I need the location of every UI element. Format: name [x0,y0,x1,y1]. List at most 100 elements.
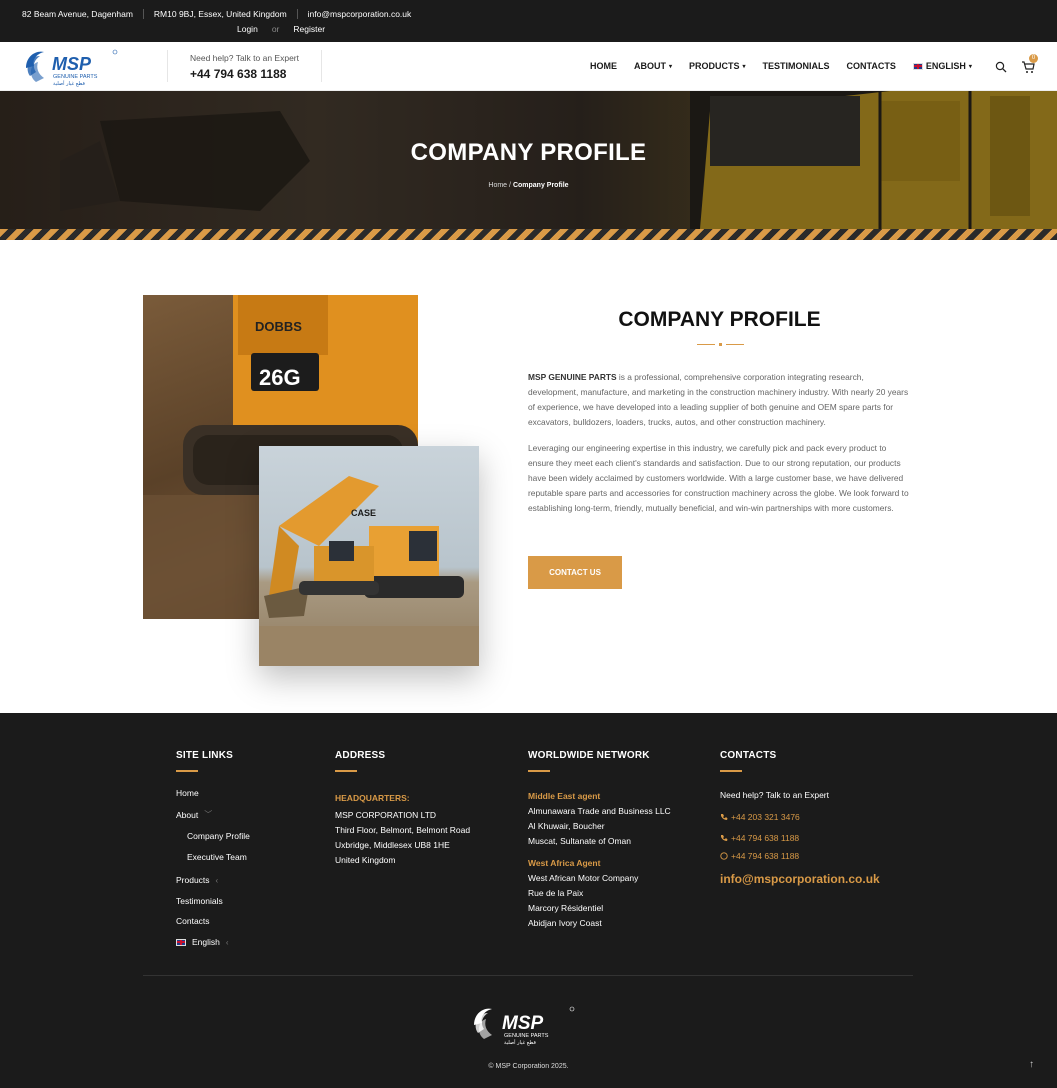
logo-subtext: GENUINE PARTS [53,74,98,80]
footer-heading: CONTACTS [720,750,777,761]
divider [296,9,298,19]
whatsapp-icon [720,852,728,860]
footer-link-english[interactable]: English ‹ [176,937,229,947]
logo-text: MSP [52,54,92,74]
top-address-line2: RM10 9BJ, Essex, United Kingdom [153,9,287,19]
footer-link-products[interactable]: Products ‹ [176,875,218,885]
hero-title: COMPANY PROFILE [410,139,647,166]
title-decoration [697,343,745,347]
footer-link-contacts[interactable]: Contacts [176,916,210,926]
footer-link-executive-team[interactable]: Executive Team [187,852,247,862]
contacts-help-text: Need help? Talk to an Expert [720,790,829,800]
footer-email-link[interactable]: info@mspcorporation.co.uk [720,872,880,886]
footer-link-company-profile[interactable]: Company Profile [187,831,250,841]
msp-logo[interactable]: MSP GENUINE PARTS قطع غيار أصلية [22,46,126,90]
footer-site-links: SITE LINKS Home About ﹀ Company Profile E… [176,750,316,947]
breadcrumb: Home / Company Profile [0,182,1057,189]
agent-line: Al Khuwair, Boucher [528,821,605,831]
search-icon[interactable] [995,61,1007,73]
footer-heading: WORLDWIDE NETWORK [528,750,650,761]
intro-paragraph: MSP GENUINE PARTS is a professional, com… [528,370,913,430]
breadcrumb-separator: / [509,182,511,189]
whatsapp-link[interactable]: +44 794 638 1188 [720,851,799,861]
chevron-left-icon: ‹ [215,875,219,885]
nav-home[interactable]: HOME [590,61,617,71]
footer-contacts: CONTACTS Need help? Talk to an Expert +4… [720,750,920,886]
footer-heading: ADDRESS [335,750,386,761]
nav-label: PRODUCTS [689,61,740,71]
phone-link-2[interactable]: +44 794 638 1188 [720,833,799,843]
breadcrumb-current: Company Profile [512,182,569,189]
copyright-text: © MSP Corporation 2025. [488,1063,569,1070]
nav-label: TESTIMONIALS [762,61,830,71]
uk-flag-icon [912,62,923,70]
breadcrumb-home-link[interactable]: Home [488,182,507,189]
heading-underline [528,770,550,772]
cart-count-badge: 0 [1029,54,1038,63]
top-address-line1: 82 Beam Avenue, Dagenham [22,9,133,19]
site-header: MSP GENUINE PARTS قطع غيار أصلية Need he… [0,42,1057,91]
hazard-stripe [0,229,1057,240]
divider [167,50,168,82]
register-link[interactable]: Register [293,24,325,34]
phone-link-1[interactable]: +44 203 321 3476 [720,812,800,822]
agent-label: Middle East agent [528,791,601,801]
nav-testimonials[interactable]: TESTIMONIALS [763,61,830,71]
nav-contacts[interactable]: CONTACTS [847,61,896,71]
footer-link-testimonials[interactable]: Testimonials [176,896,223,906]
nav-about[interactable]: ABOUT ▾ [634,61,672,71]
heading-underline [335,770,357,772]
top-bar-account: Login or Register [237,24,325,34]
hq-line: MSP CORPORATION LTD [335,810,437,820]
hq-line: Uxbridge, Middlesex UB8 1HE [335,840,450,850]
scroll-to-top-icon[interactable]: ↑ [1029,1059,1034,1070]
help-block: Need help? Talk to an Expert +44 794 638… [190,53,299,81]
agent-line: West African Motor Company [528,873,639,883]
divider [142,9,144,19]
footer-link-home[interactable]: Home [176,788,199,798]
hq-line: Third Floor, Belmont, Belmont Road [335,825,471,835]
help-text: Need help? Talk to an Expert [190,53,299,63]
footer-divider [143,975,913,976]
agent-line: Rue de la Paix [528,888,584,898]
agent-label: West Africa Agent [528,858,601,868]
heading-underline [720,770,742,772]
footer-address: ADDRESS HEADQUARTERS: MSP CORPORATION LT… [335,750,515,868]
header-phone[interactable]: +44 794 638 1188 [190,67,299,81]
nav-label: HOME [590,61,617,71]
hq-line: United Kingdom [335,855,396,865]
footer-heading: SITE LINKS [176,750,234,761]
footer-logo-subtext: GENUINE PARTS [504,1033,549,1039]
footer-logo-arabic: قطع غيار أصلية [504,1039,536,1046]
top-email-link[interactable]: info@mspcorporation.co.uk [308,9,412,19]
footer-msp-logo[interactable]: MSP GENUINE PARTS قطع غيار أصلية [470,1003,580,1049]
nav-language[interactable]: ENGLISH ▾ [912,61,972,71]
nav-label: CONTACTS [846,61,896,71]
brand-name: MSP GENUINE PARTS [528,372,617,382]
hq-address: HEADQUARTERS: MSP CORPORATION LTD Third … [335,791,515,868]
nav-label: ENGLISH [925,61,966,71]
image-text-26g: 26G [259,365,301,390]
logo-arabic: قطع غيار أصلية [53,80,85,87]
caret-down-icon: ▾ [742,63,746,70]
image-text-dobbs: DOBBS [255,319,302,334]
login-link[interactable]: Login [237,24,258,34]
or-text: or [271,24,280,34]
expertise-paragraph: Leveraging our engineering expertise in … [528,443,909,513]
agent-line: Almunawara Trade and Business LLC [528,806,671,816]
nav-products[interactable]: PRODUCTS ▾ [689,61,746,71]
nav-label: ABOUT [634,61,666,71]
chevron-down-icon: ﹀ [204,810,213,819]
agent-line: Muscat, Sultanate of Oman [528,836,631,846]
uk-flag-icon [176,938,186,946]
main-nav: HOME ABOUT ▾ PRODUCTS ▾ TESTIMONIALS CON… [590,61,972,71]
image-text-case: CASE [351,508,376,518]
hq-label: HEADQUARTERS: [335,793,410,803]
phone-icon [721,814,728,820]
footer-logo-text: MSP [502,1013,544,1034]
agent-line: Abidjan Ivory Coast [528,918,602,928]
contact-us-button[interactable]: CONTACT US [528,556,622,589]
phone-icon [721,835,728,841]
middle-east-agent: Middle East agent Almunawara Trade and B… [528,789,708,849]
footer-link-about[interactable]: About ﹀ [176,809,212,820]
